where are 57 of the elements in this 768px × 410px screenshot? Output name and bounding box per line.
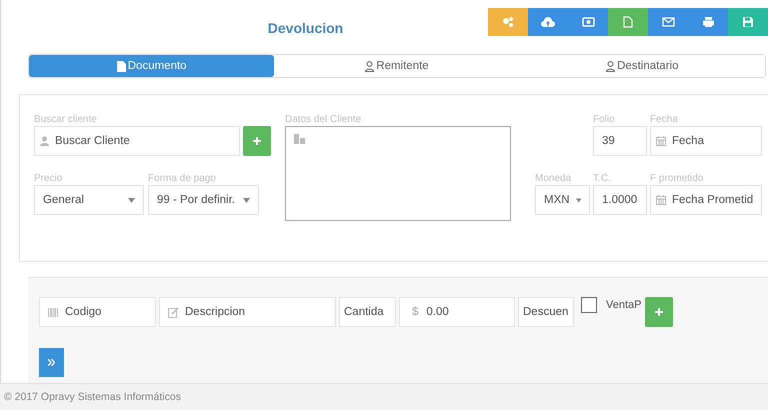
- barcode-icon: [48, 308, 59, 316]
- toolbar-button[interactable]: [608, 8, 648, 36]
- user-icon: [365, 60, 374, 72]
- checkbox[interactable]: [581, 297, 597, 313]
- page-title: Devolucion: [266, 19, 344, 36]
- toolbar-button[interactable]: [568, 8, 608, 36]
- field-label: Folio: [593, 114, 616, 126]
- price-field[interactable]: $ 0.00: [399, 297, 515, 327]
- search-client-field[interactable]: Buscar Cliente: [34, 126, 240, 156]
- document-icon: [116, 60, 126, 72]
- currency-select[interactable]: MXN: [535, 185, 590, 215]
- folio-field[interactable]: 39: [593, 126, 647, 156]
- field-label: T.C.: [593, 173, 612, 185]
- toolbar-button[interactable]: [488, 8, 528, 36]
- field-label: Datos del Cliente: [285, 114, 362, 126]
- printer-icon: [702, 16, 714, 28]
- code-field[interactable]: Codigo: [39, 297, 156, 327]
- calendar-icon: [656, 136, 666, 146]
- payment-select[interactable]: 99 - Por definir.: [148, 185, 259, 215]
- field-label: Forma de pago: [148, 173, 217, 185]
- caret-icon: [243, 198, 250, 202]
- field-label: Buscar cliente: [34, 114, 98, 126]
- field-label: Moneda: [535, 173, 572, 185]
- add-button[interactable]: [243, 126, 271, 156]
- caret-icon: [128, 198, 135, 202]
- field-label: Fecha: [650, 114, 679, 126]
- add-item-button[interactable]: [645, 297, 674, 327]
- exchange-rate-field[interactable]: 1.0000: [593, 185, 647, 215]
- toolbar-button[interactable]: [688, 8, 728, 36]
- field-label: F prometido: [650, 173, 704, 185]
- calendar-icon: [656, 195, 666, 205]
- discount-field[interactable]: Descuen: [518, 297, 574, 327]
- toolbar-button[interactable]: [528, 8, 568, 36]
- envelope-icon: [662, 17, 674, 27]
- building-icon: [294, 134, 305, 144]
- promised-date-field[interactable]: Fecha Prometid: [650, 185, 762, 215]
- user-icon: [40, 136, 49, 146]
- footer-text: © 2017 Opravy Sistemas Informáticos: [0, 383, 768, 410]
- document-icon: [623, 16, 633, 28]
- chevrons-icon: [48, 359, 55, 366]
- client-details-field[interactable]: [285, 126, 511, 221]
- toolbar-button[interactable]: [648, 8, 688, 36]
- pencil-icon: [168, 306, 179, 318]
- price-select[interactable]: General: [34, 185, 144, 215]
- banknote-icon: [582, 17, 594, 27]
- caret-icon: [576, 198, 581, 202]
- user-icon: [606, 60, 616, 72]
- field-label: Precio: [34, 173, 64, 185]
- quantity-field[interactable]: Cantida: [339, 297, 396, 327]
- next-button[interactable]: [39, 348, 64, 377]
- description-field[interactable]: Descripcion: [159, 297, 336, 327]
- checkbox-label: VentaP: [606, 299, 642, 311]
- date-field[interactable]: Fecha: [650, 126, 762, 156]
- toolbar-button[interactable]: [728, 8, 768, 36]
- plus-icon: [253, 137, 261, 145]
- plus-icon: [655, 308, 664, 316]
- cloud-upload-icon: [541, 16, 555, 28]
